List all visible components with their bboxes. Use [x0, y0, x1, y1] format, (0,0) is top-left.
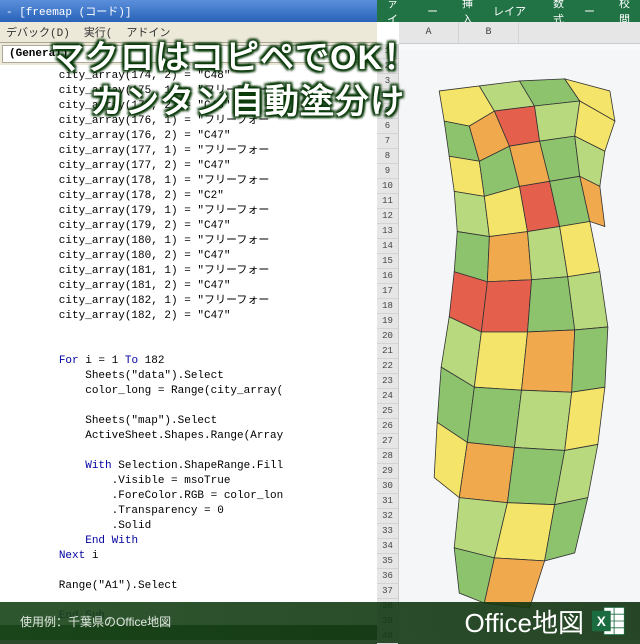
excel-icon: X: [592, 605, 626, 637]
row-header[interactable]: 34: [377, 539, 398, 554]
row-header[interactable]: 16: [377, 269, 398, 284]
row-header[interactable]: 31: [377, 494, 398, 509]
svg-text:X: X: [597, 614, 606, 629]
row-header[interactable]: 9: [377, 164, 398, 179]
row-header[interactable]: 17: [377, 284, 398, 299]
excel-panel: ファイル ホーム 挿入 ページレイアウト 数式 データ 校閲 A B 12345…: [377, 0, 640, 640]
chiba-map-svg: [399, 44, 640, 640]
promo-text-line1: マクロはコピペでOK！: [50, 30, 418, 79]
col-b[interactable]: B: [459, 22, 519, 43]
row-header[interactable]: 25: [377, 404, 398, 419]
map-canvas[interactable]: [399, 44, 640, 640]
row-header[interactable]: 32: [377, 509, 398, 524]
row-header[interactable]: 28: [377, 449, 398, 464]
excel-grid: A B 123456789101112131415161718192021222…: [377, 22, 640, 640]
row-header[interactable]: 11: [377, 194, 398, 209]
row-header[interactable]: 23: [377, 374, 398, 389]
row-header[interactable]: 20: [377, 329, 398, 344]
row-header[interactable]: 13: [377, 224, 398, 239]
footer-bar: 使用例：千葉県のOffice地図 Office地図 X: [0, 602, 640, 640]
footer-brand-text: Office地図: [465, 603, 584, 640]
row-header[interactable]: 36: [377, 569, 398, 584]
footer-brand: Office地図 X: [465, 603, 626, 640]
row-header[interactable]: 10: [377, 179, 398, 194]
row-header[interactable]: 27: [377, 434, 398, 449]
vba-window-title: - [freemap (コード)]: [0, 0, 378, 22]
row-header[interactable]: 19: [377, 314, 398, 329]
row-header[interactable]: 14: [377, 239, 398, 254]
promo-text-line2: カンタン自動塗分け: [90, 74, 405, 123]
footer-caption: 使用例：千葉県のOffice地図: [20, 613, 171, 630]
row-header[interactable]: 35: [377, 554, 398, 569]
vba-code-area[interactable]: city_array(174, 2) = "C48" city_array(17…: [0, 65, 378, 625]
row-header[interactable]: 26: [377, 419, 398, 434]
row-header[interactable]: 30: [377, 479, 398, 494]
column-headers: A B: [399, 22, 640, 44]
row-headers: 1234567891011121314151617181920212223242…: [377, 44, 399, 640]
row-header[interactable]: 8: [377, 149, 398, 164]
row-header[interactable]: 37: [377, 584, 398, 599]
row-header[interactable]: 33: [377, 524, 398, 539]
row-header[interactable]: 24: [377, 389, 398, 404]
row-header[interactable]: 18: [377, 299, 398, 314]
excel-ribbon: ファイル ホーム 挿入 ページレイアウト 数式 データ 校閲: [377, 0, 640, 22]
row-header[interactable]: 29: [377, 464, 398, 479]
row-header[interactable]: 21: [377, 344, 398, 359]
row-header[interactable]: 15: [377, 254, 398, 269]
row-header[interactable]: 7: [377, 134, 398, 149]
row-header[interactable]: 22: [377, 359, 398, 374]
row-header[interactable]: 12: [377, 209, 398, 224]
